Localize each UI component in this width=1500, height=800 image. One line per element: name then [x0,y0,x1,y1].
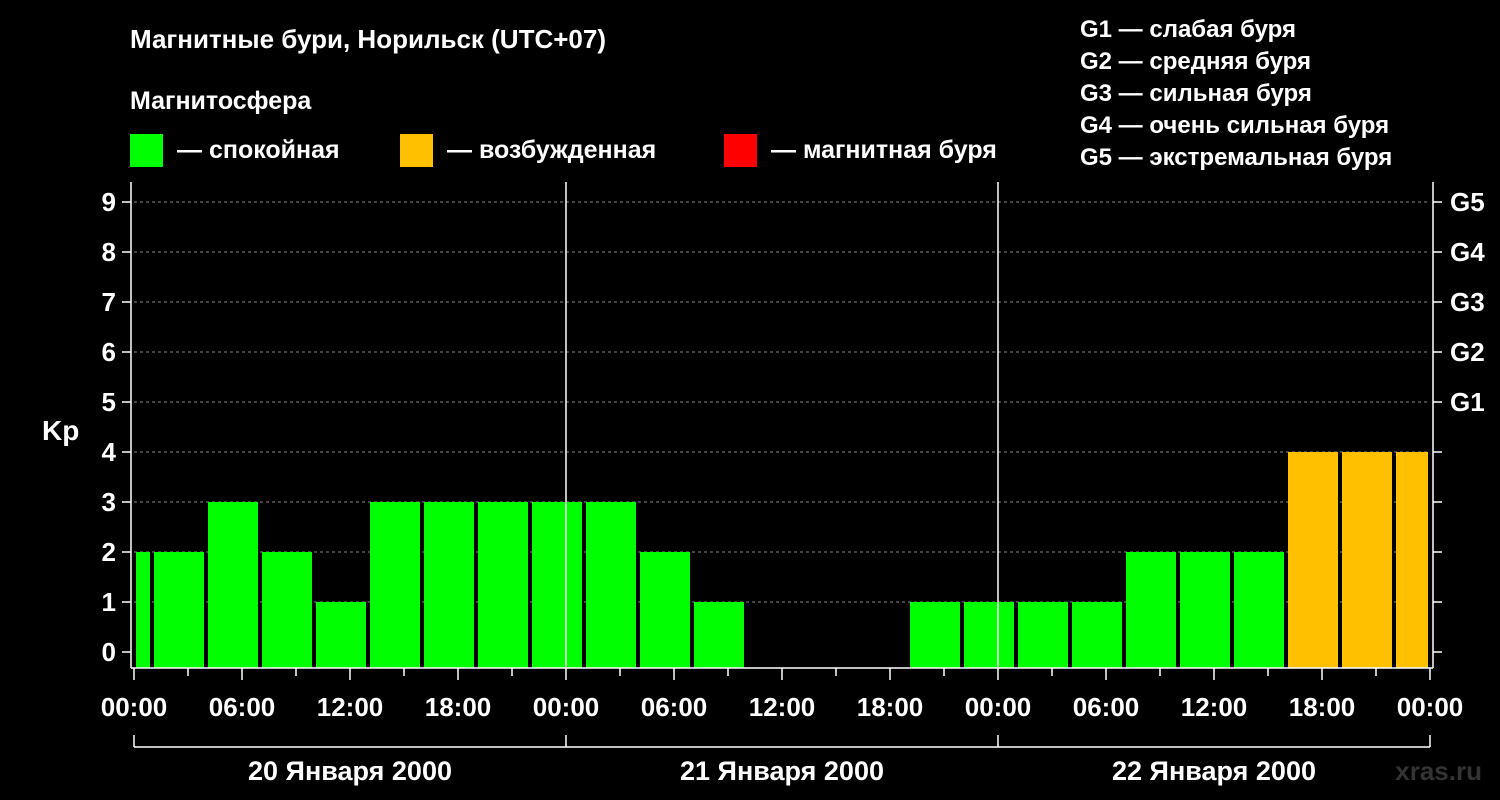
y-tick-label: 8 [102,237,116,267]
bar [1072,602,1122,668]
legend-swatch-quiet [130,134,163,167]
g-scale-item-g2: G2 — средняя буря [1080,48,1311,75]
legend-label-storm: — магнитная буря [771,136,997,164]
bar [424,502,474,668]
g-scale-item-g3: G3 — сильная буря [1080,80,1312,107]
x-tick-label: 00:00 [965,692,1032,722]
g-tick-label: G3 [1450,287,1485,317]
legend-title: Магнитосфера [130,87,312,115]
y-tick-label: 5 [102,387,116,417]
bar [1180,552,1230,668]
x-tick-label: 06:00 [209,692,276,722]
x-tick-label: 12:00 [317,692,384,722]
x-ticks: 00:00 06:00 12:00 18:00 00:00 06:00 12:00 18:00… [101,668,1464,722]
g-scale-item-g4: G4 — очень сильная буря [1080,112,1389,139]
day-label: 22 Января 2000 [1112,756,1316,786]
g-scale-item-g5: G5 — экстремальная буря [1080,144,1392,171]
y-axis-label: Kp [42,415,79,446]
legend-swatch-storm [724,134,757,167]
day-label: 20 Января 2000 [248,756,452,786]
legend-label-excited: — возбужденная [447,136,656,164]
x-tick-label: 18:00 [857,692,924,722]
bar [1126,552,1176,668]
y-tick-label: 3 [102,487,116,517]
legend-swatch-excited [400,134,433,167]
legend-label-quiet: — спокойная [177,136,340,164]
bar [1342,452,1392,668]
bar [370,502,420,668]
g-ticks: G1 G2 G3 G4 G5 [1433,187,1485,653]
bar [910,602,960,668]
x-tick-label: 12:00 [1181,692,1248,722]
x-tick-label: 12:00 [749,692,816,722]
x-tick-label: 06:00 [1073,692,1140,722]
y-tick-label: 9 [102,187,116,217]
bars [136,452,1428,668]
x-tick-label: 00:00 [101,692,168,722]
bar [640,552,690,668]
bar [964,602,1014,668]
chart-title: Магнитные бури, Норильск (UTC+07) [130,24,606,54]
y-tick-label: 7 [102,287,116,317]
day-labels: 20 Января 2000 21 Января 2000 22 Января 20… [133,735,1431,786]
bar [586,502,636,668]
bar [154,552,204,668]
y-tick-label: 2 [102,537,116,567]
bar [1288,452,1338,668]
legend: Магнитосфера — спокойная — возбужденная … [130,87,997,167]
bar [694,602,744,668]
bar [136,552,150,668]
y-tick-label: 4 [102,437,117,467]
kp-chart: Магнитные бури, Норильск (UTC+07) Магнит… [42,16,1485,786]
watermark: xras.ru [1395,756,1482,786]
y-ticks: 0 1 2 3 4 5 6 7 8 9 [102,187,131,667]
x-tick-label: 00:00 [1397,692,1464,722]
x-tick-label: 18:00 [1289,692,1356,722]
g-tick-label: G2 [1450,337,1485,367]
bar [1018,602,1068,668]
y-tick-label: 6 [102,337,116,367]
bar [1396,452,1428,668]
x-tick-label: 00:00 [533,692,600,722]
day-label: 21 Января 2000 [680,756,884,786]
bar [532,502,582,668]
g-tick-label: G1 [1450,387,1485,417]
g-tick-label: G4 [1450,237,1485,267]
bar [1234,552,1284,668]
bar [316,602,366,668]
g-tick-label: G5 [1450,187,1485,217]
x-tick-label: 18:00 [425,692,492,722]
bar [478,502,528,668]
y-tick-label: 1 [102,587,116,617]
x-tick-label: 06:00 [641,692,708,722]
g-scale-legend: G1 — слабая буря G2 — средняя буря G3 — … [1080,16,1392,171]
g-scale-item-g1: G1 — слабая буря [1080,16,1296,43]
bar [262,552,312,668]
grid-lines [134,201,1430,603]
y-tick-label: 0 [102,637,116,667]
bar [208,502,258,668]
